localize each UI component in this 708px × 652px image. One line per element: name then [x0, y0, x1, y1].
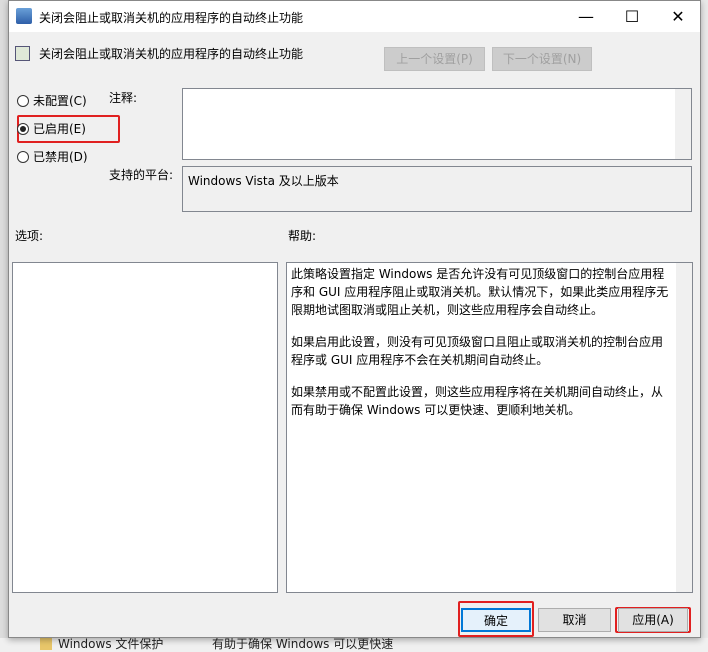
folder-icon	[40, 636, 52, 650]
ok-button[interactable]: 确定	[461, 608, 531, 632]
platform-field: Windows Vista 及以上版本	[182, 166, 692, 212]
policy-icon	[15, 46, 30, 61]
help-paragraph: 如果启用此设置，则没有可见顶级窗口且阻止或取消关机的控制台应用程序或 GUI 应…	[291, 335, 664, 367]
help-panel: 此策略设置指定 Windows 是否允许没有可见顶级窗口的控制台应用程序和 GU…	[286, 262, 693, 593]
scrollbar[interactable]	[675, 89, 691, 159]
radio-disabled[interactable]: 已禁用(D)	[17, 148, 88, 165]
policy-name: 关闭会阻止或取消关机的应用程序的自动终止功能	[39, 47, 304, 61]
maximize-button[interactable]: ☐	[609, 1, 655, 32]
help-label: 帮助:	[288, 229, 317, 243]
comment-input[interactable]	[182, 88, 692, 160]
cancel-button[interactable]: 取消	[538, 608, 611, 632]
policy-dialog: 关闭会阻止或取消关机的应用程序的自动终止功能 — ☐ ✕ 关闭会阻止或取消关机的…	[8, 0, 701, 638]
help-paragraph: 如果禁用或不配置此设置，则这些应用程序将在关机期间自动终止，从而有助于确保 Wi…	[291, 385, 664, 417]
radio-enabled[interactable]: 已启用(E)	[17, 120, 86, 137]
options-label: 选项:	[15, 229, 44, 243]
radio-not-configured[interactable]: 未配置(C)	[17, 92, 87, 109]
radio-circle[interactable]	[17, 94, 29, 107]
options-panel	[12, 262, 278, 593]
radio-circle-selected[interactable]	[17, 122, 29, 135]
minimize-button[interactable]: —	[563, 1, 609, 32]
app-icon	[16, 8, 32, 24]
close-button[interactable]: ✕	[655, 1, 701, 32]
platform-label: 支持的平台:	[109, 168, 174, 182]
background-window-bottom: Windows 文件保护 有助于确保 Windows 可以更快速	[0, 636, 708, 652]
platform-value: Windows Vista 及以上版本	[188, 174, 339, 188]
prev-setting-button[interactable]: 上一个设置(P)	[384, 47, 485, 71]
window-title: 关闭会阻止或取消关机的应用程序的自动终止功能	[39, 11, 304, 25]
radio-circle[interactable]	[17, 150, 29, 163]
apply-button[interactable]: 应用(A)	[618, 608, 688, 632]
help-paragraph: 此策略设置指定 Windows 是否允许没有可见顶级窗口的控制台应用程序和 GU…	[291, 267, 669, 317]
comment-label: 注释:	[109, 91, 138, 105]
scrollbar[interactable]	[675, 167, 691, 211]
next-setting-button[interactable]: 下一个设置(N)	[492, 47, 592, 71]
help-scrollbar[interactable]	[676, 263, 692, 592]
title-bar: 关闭会阻止或取消关机的应用程序的自动终止功能 — ☐ ✕	[9, 1, 700, 32]
